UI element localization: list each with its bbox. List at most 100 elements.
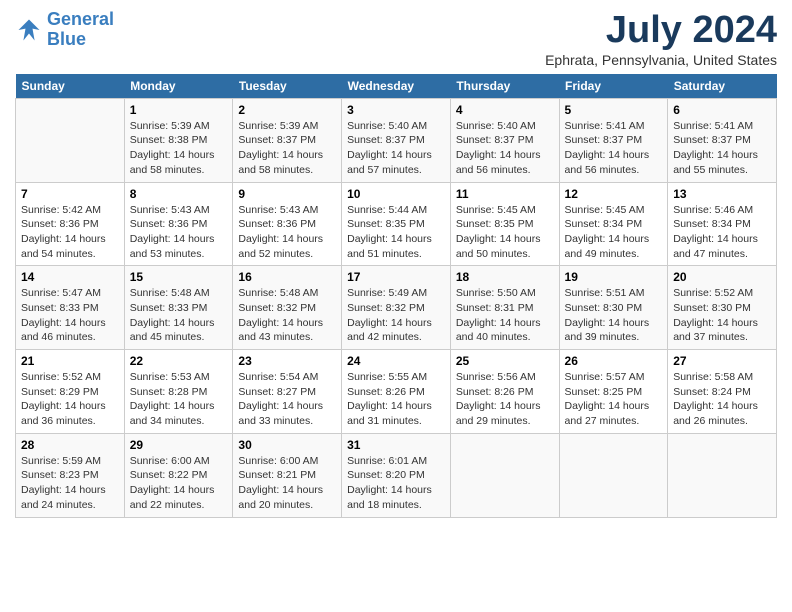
- day-info: Sunrise: 5:39 AM Sunset: 8:38 PM Dayligh…: [130, 119, 228, 178]
- day-info: Sunrise: 5:53 AM Sunset: 8:28 PM Dayligh…: [130, 370, 228, 429]
- day-number: 10: [347, 187, 445, 201]
- calendar-day-cell: 20 Sunrise: 5:52 AM Sunset: 8:30 PM Dayli…: [668, 266, 777, 350]
- day-info: Sunrise: 5:48 AM Sunset: 8:33 PM Dayligh…: [130, 286, 228, 345]
- calendar-day-cell: 6 Sunrise: 5:41 AM Sunset: 8:37 PM Daylig…: [668, 98, 777, 182]
- calendar-day-cell: 26 Sunrise: 5:57 AM Sunset: 8:25 PM Dayli…: [559, 350, 668, 434]
- page-header: General Blue July 2024 Ephrata, Pennsylv…: [15, 10, 777, 68]
- month-title: July 2024: [545, 10, 777, 52]
- calendar-day-cell: 16Sunrise: 5:48 AM Sunset: 8:32 PM Dayli…: [233, 266, 342, 350]
- calendar-day-cell: 29Sunrise: 6:00 AM Sunset: 8:22 PM Dayli…: [124, 433, 233, 517]
- day-number: 20: [673, 270, 771, 284]
- calendar-day-cell: 4 Sunrise: 5:40 AM Sunset: 8:37 PM Daylig…: [450, 98, 559, 182]
- calendar-day-cell: 28 Sunrise: 5:59 AM Sunset: 8:23 PM Dayli…: [16, 433, 125, 517]
- calendar-day-cell: 2 Sunrise: 5:39 AM Sunset: 8:37 PM Daylig…: [233, 98, 342, 182]
- day-info: Sunrise: 6:00 AM Sunset: 8:22 PM Dayligh…: [130, 454, 228, 513]
- day-number: 18: [456, 270, 554, 284]
- day-info: Sunrise: 5:40 AM Sunset: 8:37 PM Dayligh…: [347, 119, 445, 178]
- day-number: 1: [130, 103, 228, 117]
- day-number: 19: [565, 270, 663, 284]
- day-number: 21: [21, 354, 119, 368]
- calendar-day-cell: 1 Sunrise: 5:39 AM Sunset: 8:38 PM Daylig…: [124, 98, 233, 182]
- calendar-day-cell: 30Sunrise: 6:00 AM Sunset: 8:21 PM Dayli…: [233, 433, 342, 517]
- logo-text: General Blue: [47, 10, 114, 50]
- day-number: 3: [347, 103, 445, 117]
- day-info: Sunrise: 5:51 AM Sunset: 8:30 PM Dayligh…: [565, 286, 663, 345]
- day-number: 22: [130, 354, 228, 368]
- calendar-day-cell: 24 Sunrise: 5:55 AM Sunset: 8:26 PM Dayli…: [342, 350, 451, 434]
- calendar-header: SundayMondayTuesdayWednesdayThursdayFrid…: [16, 74, 777, 99]
- calendar-day-cell: [16, 98, 125, 182]
- calendar-day-cell: 14 Sunrise: 5:47 AM Sunset: 8:33 PM Dayli…: [16, 266, 125, 350]
- day-info: Sunrise: 5:45 AM Sunset: 8:34 PM Dayligh…: [565, 203, 663, 262]
- day-info: Sunrise: 5:47 AM Sunset: 8:33 PM Dayligh…: [21, 286, 119, 345]
- weekday-header: Saturday: [668, 74, 777, 99]
- calendar-day-cell: 5 Sunrise: 5:41 AM Sunset: 8:37 PM Daylig…: [559, 98, 668, 182]
- calendar-day-cell: 27 Sunrise: 5:58 AM Sunset: 8:24 PM Dayli…: [668, 350, 777, 434]
- day-number: 24: [347, 354, 445, 368]
- day-number: 13: [673, 187, 771, 201]
- weekday-header: Tuesday: [233, 74, 342, 99]
- day-number: 23: [238, 354, 336, 368]
- calendar-day-cell: 17 Sunrise: 5:49 AM Sunset: 8:32 PM Dayli…: [342, 266, 451, 350]
- day-info: Sunrise: 5:46 AM Sunset: 8:34 PM Dayligh…: [673, 203, 771, 262]
- calendar-day-cell: 3 Sunrise: 5:40 AM Sunset: 8:37 PM Daylig…: [342, 98, 451, 182]
- day-number: 7: [21, 187, 119, 201]
- day-info: Sunrise: 5:58 AM Sunset: 8:24 PM Dayligh…: [673, 370, 771, 429]
- calendar-day-cell: 15Sunrise: 5:48 AM Sunset: 8:33 PM Dayli…: [124, 266, 233, 350]
- calendar-day-cell: 13 Sunrise: 5:46 AM Sunset: 8:34 PM Dayli…: [668, 182, 777, 266]
- day-number: 28: [21, 438, 119, 452]
- calendar-day-cell: 23Sunrise: 5:54 AM Sunset: 8:27 PM Dayli…: [233, 350, 342, 434]
- calendar-day-cell: 9Sunrise: 5:43 AM Sunset: 8:36 PM Daylig…: [233, 182, 342, 266]
- day-info: Sunrise: 5:40 AM Sunset: 8:37 PM Dayligh…: [456, 119, 554, 178]
- day-info: Sunrise: 5:39 AM Sunset: 8:37 PM Dayligh…: [238, 119, 336, 178]
- day-number: 14: [21, 270, 119, 284]
- day-info: Sunrise: 5:57 AM Sunset: 8:25 PM Dayligh…: [565, 370, 663, 429]
- logo-icon: [15, 16, 43, 44]
- calendar-day-cell: [450, 433, 559, 517]
- weekday-header: Sunday: [16, 74, 125, 99]
- day-number: 12: [565, 187, 663, 201]
- calendar-day-cell: 31 Sunrise: 6:01 AM Sunset: 8:20 PM Dayli…: [342, 433, 451, 517]
- day-info: Sunrise: 5:49 AM Sunset: 8:32 PM Dayligh…: [347, 286, 445, 345]
- day-number: 16: [238, 270, 336, 284]
- day-info: Sunrise: 5:56 AM Sunset: 8:26 PM Dayligh…: [456, 370, 554, 429]
- day-info: Sunrise: 5:45 AM Sunset: 8:35 PM Dayligh…: [456, 203, 554, 262]
- day-number: 2: [238, 103, 336, 117]
- calendar-day-cell: 21Sunrise: 5:52 AM Sunset: 8:29 PM Dayli…: [16, 350, 125, 434]
- calendar-day-cell: 11 Sunrise: 5:45 AM Sunset: 8:35 PM Dayli…: [450, 182, 559, 266]
- day-number: 26: [565, 354, 663, 368]
- day-number: 6: [673, 103, 771, 117]
- calendar-day-cell: [559, 433, 668, 517]
- weekday-header: Monday: [124, 74, 233, 99]
- weekday-header: Friday: [559, 74, 668, 99]
- day-info: Sunrise: 5:41 AM Sunset: 8:37 PM Dayligh…: [565, 119, 663, 178]
- calendar-day-cell: 10 Sunrise: 5:44 AM Sunset: 8:35 PM Dayli…: [342, 182, 451, 266]
- calendar-day-cell: 19 Sunrise: 5:51 AM Sunset: 8:30 PM Dayli…: [559, 266, 668, 350]
- location-text: Ephrata, Pennsylvania, United States: [545, 52, 777, 68]
- day-number: 17: [347, 270, 445, 284]
- calendar-day-cell: 25 Sunrise: 5:56 AM Sunset: 8:26 PM Dayli…: [450, 350, 559, 434]
- calendar-week-row: 7 Sunrise: 5:42 AM Sunset: 8:36 PM Daylig…: [16, 182, 777, 266]
- day-info: Sunrise: 5:43 AM Sunset: 8:36 PM Dayligh…: [130, 203, 228, 262]
- day-number: 25: [456, 354, 554, 368]
- day-number: 5: [565, 103, 663, 117]
- day-info: Sunrise: 5:59 AM Sunset: 8:23 PM Dayligh…: [21, 454, 119, 513]
- day-info: Sunrise: 6:01 AM Sunset: 8:20 PM Dayligh…: [347, 454, 445, 513]
- day-number: 8: [130, 187, 228, 201]
- day-number: 4: [456, 103, 554, 117]
- calendar-week-row: 28 Sunrise: 5:59 AM Sunset: 8:23 PM Dayli…: [16, 433, 777, 517]
- day-number: 11: [456, 187, 554, 201]
- day-info: Sunrise: 5:44 AM Sunset: 8:35 PM Dayligh…: [347, 203, 445, 262]
- day-info: Sunrise: 5:52 AM Sunset: 8:30 PM Dayligh…: [673, 286, 771, 345]
- weekday-header: Thursday: [450, 74, 559, 99]
- day-number: 27: [673, 354, 771, 368]
- title-block: July 2024 Ephrata, Pennsylvania, United …: [545, 10, 777, 68]
- day-info: Sunrise: 5:43 AM Sunset: 8:36 PM Dayligh…: [238, 203, 336, 262]
- day-info: Sunrise: 5:50 AM Sunset: 8:31 PM Dayligh…: [456, 286, 554, 345]
- day-info: Sunrise: 5:41 AM Sunset: 8:37 PM Dayligh…: [673, 119, 771, 178]
- day-number: 31: [347, 438, 445, 452]
- calendar-day-cell: 12 Sunrise: 5:45 AM Sunset: 8:34 PM Dayli…: [559, 182, 668, 266]
- day-info: Sunrise: 5:42 AM Sunset: 8:36 PM Dayligh…: [21, 203, 119, 262]
- day-info: Sunrise: 5:55 AM Sunset: 8:26 PM Dayligh…: [347, 370, 445, 429]
- calendar-week-row: 14 Sunrise: 5:47 AM Sunset: 8:33 PM Dayli…: [16, 266, 777, 350]
